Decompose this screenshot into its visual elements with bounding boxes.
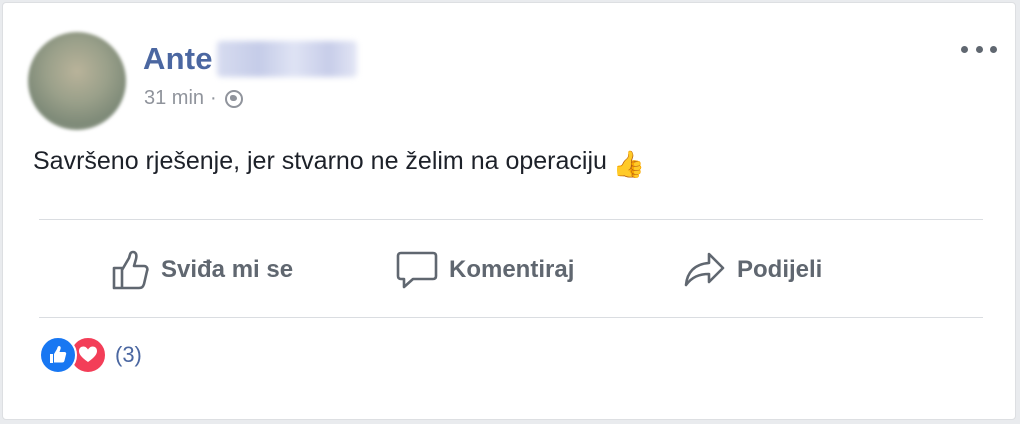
post-text-content: Savršeno rješenje, jer stvarno ne želim … — [33, 147, 607, 175]
more-dot-icon — [961, 45, 968, 53]
comment-label: Komentiraj — [449, 256, 575, 283]
like-reaction-icon[interactable] — [39, 336, 77, 374]
meta-separator: · — [210, 87, 217, 109]
post-card: Ante 31 min · Savršeno rješenje, jer stv… — [2, 2, 1016, 420]
comment-button[interactable]: Komentiraj — [395, 245, 574, 295]
more-dot-icon — [990, 45, 997, 53]
author-name[interactable]: Ante — [143, 41, 213, 77]
action-bar: Sviđa mi se Komentiraj Podijeli — [39, 223, 983, 319]
post-timestamp[interactable]: 31 min — [144, 87, 204, 110]
heart-icon — [79, 346, 97, 362]
globe-icon[interactable] — [224, 89, 243, 108]
post-text: Savršeno rješenje, jer stvarno ne želim … — [33, 147, 645, 180]
share-label: Podijeli — [737, 256, 823, 283]
like-label: Sviđa mi se — [161, 256, 294, 283]
more-dot-icon — [975, 45, 983, 53]
thumbs-up-icon — [112, 250, 149, 290]
share-button[interactable]: Podijeli — [683, 245, 822, 295]
thumbs-up-icon — [50, 346, 67, 363]
post-meta: 31 min · — [144, 87, 243, 110]
author-header: Ante — [143, 41, 357, 77]
author-surname-redacted — [216, 41, 357, 77]
share-arrow-icon — [684, 252, 725, 287]
like-button[interactable]: Sviđa mi se — [111, 245, 293, 295]
divider-top — [39, 219, 983, 220]
author-avatar[interactable] — [28, 32, 126, 130]
thumbs-up-emoji-icon: 👍 — [612, 149, 646, 179]
comment-bubble-icon — [396, 251, 438, 289]
more-options-button[interactable] — [961, 39, 997, 59]
reactions-summary[interactable]: (3) — [39, 336, 142, 374]
reaction-count[interactable]: (3) — [115, 342, 142, 368]
divider-bottom — [39, 317, 983, 318]
